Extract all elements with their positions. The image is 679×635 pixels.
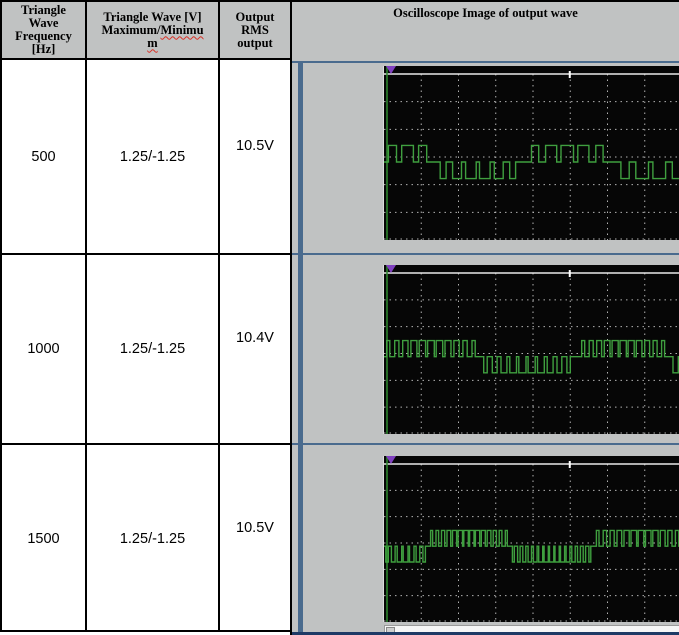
rms-value: 10.5V xyxy=(236,519,274,536)
cell-rms-row2[interactable]: 10.4V xyxy=(218,253,290,443)
cell-rms-row1[interactable]: 10.5V xyxy=(218,58,290,253)
header-line: output xyxy=(237,35,273,50)
document-table-canvas: Triangle Wave Frequency [Hz] Triangle Wa… xyxy=(0,0,679,635)
row-separator-line xyxy=(292,253,679,255)
cell-maxmin-row1[interactable]: 1.25/-1.25 xyxy=(85,58,218,253)
header-frequency: Triangle Wave Frequency [Hz] xyxy=(0,0,85,58)
trigger-marker-icon xyxy=(386,265,396,273)
header-text: Maximum/ xyxy=(101,22,161,37)
rms-value: 10.5V xyxy=(236,137,274,154)
cell-frequency-row2[interactable]: 1000 xyxy=(0,253,85,443)
header-line: RMS xyxy=(241,22,269,37)
header-line: [Hz] xyxy=(31,42,56,56)
misspelled-word: m xyxy=(147,35,158,50)
cell-frequency-row3[interactable]: 1500 xyxy=(0,443,85,632)
column-separator-line xyxy=(298,61,303,635)
cell-rms-row3[interactable]: 10.5V xyxy=(218,443,290,632)
cell-maxmin-row3[interactable]: 1.25/-1.25 xyxy=(85,443,218,632)
oscilloscope-column: Oscilloscope Image of output wave xyxy=(290,0,679,635)
oscilloscope-image-1000hz[interactable] xyxy=(383,265,679,434)
oscilloscope-image-500hz[interactable] xyxy=(383,66,679,240)
header-rms-output: Output RMS output xyxy=(218,0,290,58)
oscilloscope-column-title: Oscilloscope Image of output wave xyxy=(393,6,578,20)
trigger-marker-icon xyxy=(386,456,396,464)
row-separator-line xyxy=(292,443,679,445)
cell-frequency-row1[interactable]: 500 xyxy=(0,58,85,253)
oscilloscope-image-1500hz[interactable] xyxy=(383,456,679,622)
row-separator-line xyxy=(292,61,679,63)
header-line: m xyxy=(147,35,158,50)
cell-maxmin-row2[interactable]: 1.25/-1.25 xyxy=(85,253,218,443)
header-max-min: Triangle Wave [V] Maximum/Minimu m xyxy=(85,0,218,58)
rms-value: 10.4V xyxy=(236,330,274,346)
header-line: Output xyxy=(235,9,275,24)
table-bottom-border xyxy=(0,630,292,632)
trigger-marker-icon xyxy=(386,66,396,74)
misspelled-word: Minimu xyxy=(160,22,204,37)
